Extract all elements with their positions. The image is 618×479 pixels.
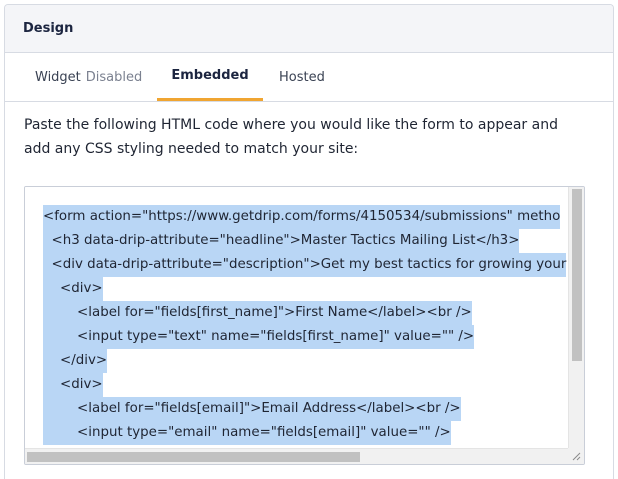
- code-viewport[interactable]: <form action="https://www.getdrip.com/fo…: [25, 187, 570, 449]
- code-lines: <form action="https://www.getdrip.com/fo…: [43, 205, 567, 445]
- vertical-scrollbar-thumb[interactable]: [572, 189, 582, 361]
- embed-code-textarea[interactable]: <form action="https://www.getdrip.com/fo…: [24, 186, 585, 465]
- code-line-text: <div>: [43, 373, 103, 397]
- code-line: <div>: [43, 373, 566, 397]
- code-line-text: <h3 data-drip-attribute="headline">Maste…: [43, 229, 520, 253]
- horizontal-scrollbar-thumb[interactable]: [27, 452, 360, 462]
- code-line: <div data-drip-attribute="description">G…: [43, 253, 567, 277]
- code-line: </div>: [43, 349, 566, 373]
- code-line-text: <label for="fields[email]">Email Address…: [43, 397, 461, 421]
- code-line-text: <input type="text" name="fields[first_na…: [43, 325, 475, 349]
- tab-widget[interactable]: Widget Disabled: [35, 53, 142, 101]
- code-line-text: <form action="https://www.getdrip.com/fo…: [43, 205, 561, 229]
- tab-hosted-label: Hosted: [279, 69, 325, 85]
- embed-instructions: Paste the following HTML code where you …: [24, 117, 558, 157]
- code-line: <input type="text" name="fields[first_na…: [43, 325, 566, 349]
- tab-hosted[interactable]: Hosted: [279, 53, 325, 101]
- code-line-text: <div>: [43, 277, 103, 301]
- tab-bar: Widget Disabled Embedded Hosted: [5, 53, 613, 102]
- code-line-text: <label for="fields[first_name]">First Na…: [43, 301, 472, 325]
- panel-header: Design: [5, 5, 613, 53]
- tab-widget-label: Widget: [35, 69, 81, 85]
- code-line-text: </div>: [43, 349, 108, 373]
- code-line-text: <div data-drip-attribute="description">G…: [43, 253, 567, 277]
- code-line: <label for="fields[email]">Email Address…: [43, 397, 566, 421]
- code-line: <h3 data-drip-attribute="headline">Maste…: [43, 229, 566, 253]
- code-line: <label for="fields[first_name]">First Na…: [43, 301, 566, 325]
- tab-embedded[interactable]: Embedded: [157, 53, 263, 101]
- code-line: <form action="https://www.getdrip.com/fo…: [43, 205, 566, 229]
- resize-handle-icon[interactable]: [568, 448, 584, 464]
- code-line: <input type="email" name="fields[email]"…: [43, 421, 566, 445]
- horizontal-scrollbar[interactable]: [25, 448, 570, 464]
- tab-widget-status: Disabled: [85, 69, 143, 85]
- vertical-scrollbar[interactable]: [568, 187, 584, 449]
- code-line-text: <input type="email" name="fields[email]"…: [43, 421, 451, 445]
- tab-embedded-label: Embedded: [171, 68, 249, 83]
- panel-title: Design: [23, 21, 74, 36]
- code-line: <div>: [43, 277, 566, 301]
